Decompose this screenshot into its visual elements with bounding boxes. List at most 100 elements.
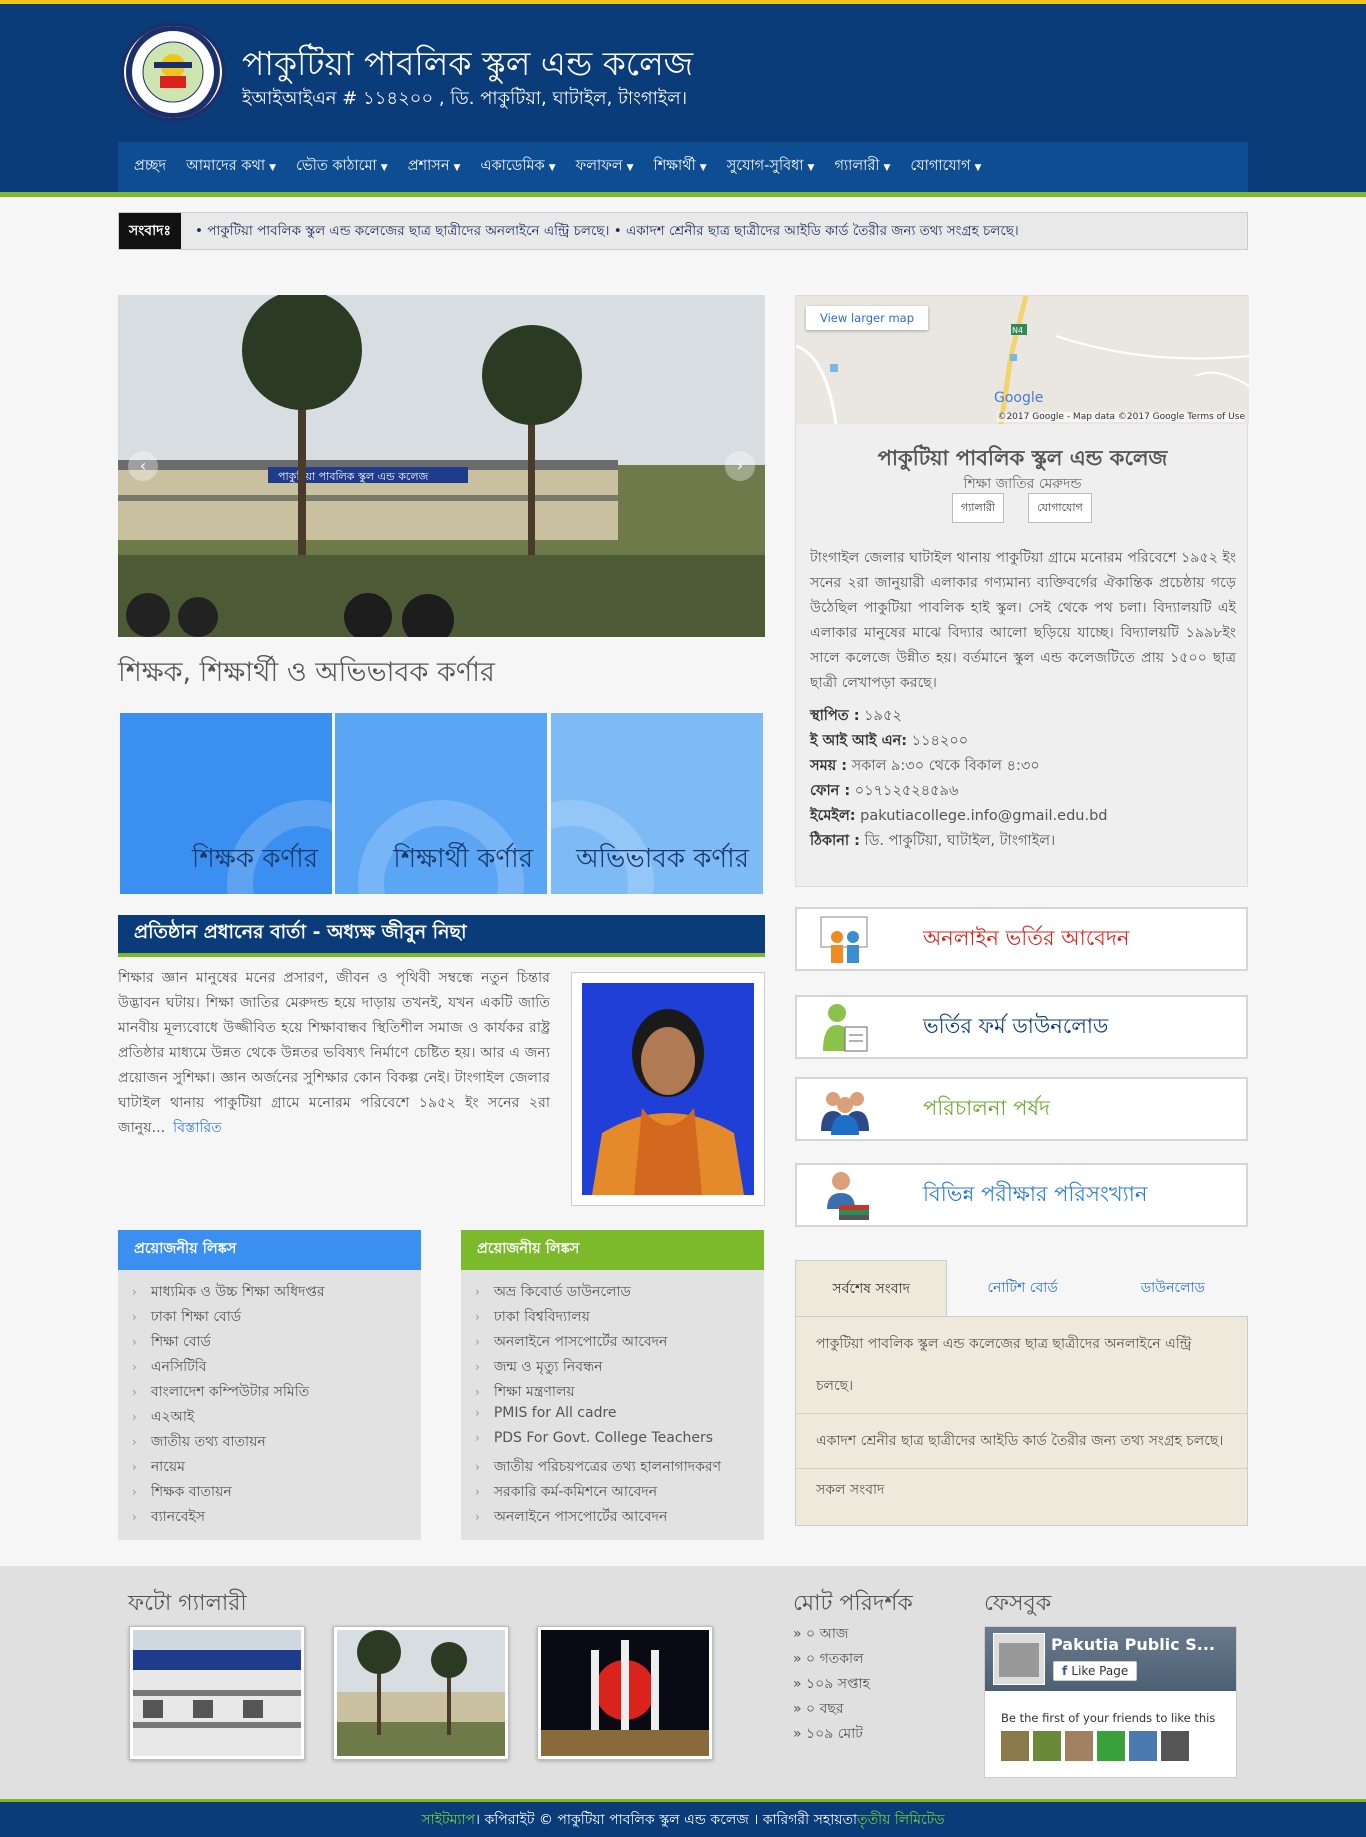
link-item[interactable]: › ব্যানবেইস	[132, 1505, 421, 1530]
nav-label: আমাদের কথা	[186, 158, 266, 174]
gallery-thumb[interactable]	[129, 1626, 305, 1760]
link-item[interactable]: › শিক্ষা বোর্ড	[132, 1330, 421, 1355]
header-accent-line	[0, 192, 1366, 197]
link-item[interactable]: › শিক্ষা মন্ত্রণালয়	[475, 1380, 764, 1405]
school-facts: স্থাপিত : ১৯৫২ ই আই আই এন: ১১৪২০০ সময় :…	[810, 704, 1107, 854]
link-item[interactable]: › PMIS for All cadre	[475, 1405, 764, 1430]
link-item[interactable]: › ঢাকা বিশ্ববিদ্যালয়	[475, 1305, 764, 1330]
footer: ফটো গ্যালারী মোট পরিদর্শক » ০ আজ » ০ গতক…	[0, 1566, 1366, 1799]
avatar	[1033, 1731, 1061, 1761]
tab-download[interactable]: ডাউনলোড	[1098, 1260, 1248, 1316]
cta-label: পরিচালনা পর্ষদ	[923, 1095, 1051, 1120]
message-body: শিক্ষার জ্ঞান মানুষের মনের প্রসারণ, জীবন…	[118, 970, 550, 1136]
nav-results[interactable]: ফলাফল ▼	[576, 155, 634, 179]
link-item[interactable]: › জাতীয় তথ্য বাতায়ন	[132, 1430, 421, 1455]
sitemap-link[interactable]: সাইটম্যাপ	[421, 1808, 475, 1832]
gallery-thumb[interactable]	[537, 1626, 713, 1760]
fb-page-name[interactable]: Pakutia Public S...	[1051, 1635, 1215, 1654]
vendor-link[interactable]: তৃতীয় লিমিটেড	[857, 1808, 945, 1832]
fact-value: ১৯৫২	[859, 708, 902, 724]
online-admission-button[interactable]: অনলাইন ভর্তির আবেদন	[795, 907, 1248, 971]
links-heading: প্রয়োজনীয় লিঙ্কস	[461, 1230, 764, 1270]
principal-photo	[571, 972, 765, 1206]
fact-value: ডি. পাকুটিয়া, ঘাটাইল, টাংগাইল।	[859, 833, 1056, 849]
news-ticker-text[interactable]: • পাকুটিয়া পাবলিক স্কুল এন্ড কলেজের ছাত…	[181, 220, 1019, 243]
nav-academic[interactable]: একাডেমিক ▼	[480, 155, 555, 179]
governing-body-button[interactable]: পরিচালনা পর্ষদ	[795, 1077, 1248, 1141]
link-item[interactable]: › ঢাকা শিক্ষা বোর্ড	[132, 1305, 421, 1330]
link-item[interactable]: › নায়েম	[132, 1455, 421, 1480]
caret-down-icon: ▼	[883, 163, 891, 173]
link-label: ঢাকা শিক্ষা বোর্ড	[150, 1309, 242, 1325]
link-item[interactable]: › জন্ম ও মৃত্যু নিবন্ধন	[475, 1355, 764, 1380]
news-item[interactable]: পাকুটিয়া পাবলিক স্কুল এন্ড কলেজের ছাত্র…	[796, 1317, 1247, 1414]
link-label: PDS For Govt. College Teachers	[493, 1430, 714, 1446]
fb-page-avatar	[993, 1633, 1045, 1685]
view-larger-map-button[interactable]: View larger map	[806, 306, 929, 330]
all-news-link[interactable]: সকল সংবাদ	[796, 1469, 1247, 1511]
fact-address: ঠিকানা : ডি. পাকুটিয়া, ঘাটাইল, টাংগাইল।	[810, 829, 1107, 854]
news-ticker: সংবাদঃ • পাকুটিয়া পাবলিক স্কুল এন্ড কলে…	[118, 212, 1248, 250]
corner-label: শিক্ষক কর্ণার	[191, 844, 318, 874]
nav-home[interactable]: প্রচ্ছদ	[134, 155, 166, 179]
map-attribution[interactable]: ©2017 Google - Map data ©2017 Google Ter…	[997, 412, 1245, 422]
fact-value: সকাল ৯:৩০ থেকে বিকাল ৪:৩০	[847, 758, 1040, 774]
link-label: জাতীয় তথ্য বাতায়ন	[150, 1434, 266, 1450]
link-item[interactable]: › মাধ্যমিক ও উচ্চ শিক্ষা অধিদপ্তর	[132, 1280, 421, 1305]
slider-next-button[interactable]: ›	[725, 451, 755, 481]
chevron-right-icon: ›	[475, 1510, 480, 1524]
student-corner-tile[interactable]: শিক্ষার্থী কর্ণার	[335, 713, 547, 894]
caret-down-icon: ▼	[974, 163, 982, 173]
gallery-button[interactable]: গ্যালারী	[952, 493, 1004, 523]
read-more-link[interactable]: বিস্তারিত	[173, 1120, 222, 1136]
fb-like-button[interactable]: f Like Page	[1053, 1661, 1138, 1681]
nav-administration[interactable]: প্রশাসন ▼	[408, 155, 461, 179]
link-item[interactable]: › শিক্ষক বাতায়ন	[132, 1480, 421, 1505]
news-item[interactable]: একাদশ শ্রেনীর ছাত্র ছাত্রীদের আইডি কার্ড…	[796, 1414, 1247, 1469]
main-nav: প্রচ্ছদ আমাদের কথা ▼ ভৌত কাঠামো ▼ প্রশাসন ▼…	[118, 142, 1248, 192]
tab-latest-news[interactable]: সর্বশেষ সংবাদ	[795, 1260, 948, 1316]
chevron-right-icon: ›	[132, 1285, 137, 1299]
image-slider[interactable]: পাকুটিয়া পাবলিক স্কুল এন্ড কলেজ ‹ ›	[118, 295, 765, 637]
guardian-corner-tile[interactable]: অভিভাবক কর্ণার	[551, 713, 763, 894]
chevron-right-icon: ›	[132, 1360, 137, 1374]
slider-prev-button[interactable]: ‹	[128, 451, 158, 481]
link-item[interactable]: › অভ্র কিবোর্ড ডাউনলোড	[475, 1280, 764, 1305]
link-item[interactable]: › অনলাইনে পাসপোর্টের আবেদন	[475, 1330, 764, 1355]
exam-statistics-button[interactable]: বিভিন্ন পরীক্ষার পরিসংখ্যান	[795, 1163, 1248, 1227]
fact-established: স্থাপিত : ১৯৫২	[810, 704, 1107, 729]
admission-form-download-button[interactable]: ভর্তির ফর্ম ডাউনলোড	[795, 995, 1248, 1059]
link-item[interactable]: › অনলাইনে পাসপোর্টের আবেদন	[475, 1505, 764, 1530]
link-item[interactable]: › এনসিটিবি	[132, 1355, 421, 1380]
nav-label: গ্যালারী	[834, 158, 880, 174]
link-item[interactable]: › PDS For Govt. College Teachers	[475, 1430, 764, 1455]
chevron-right-icon: ›	[475, 1360, 480, 1374]
link-item[interactable]: › সরকারি কর্ম-কমিশনে আবেদন	[475, 1480, 764, 1505]
cta-label: বিভিন্ন পরীক্ষার পরিসংখ্যান	[923, 1181, 1148, 1206]
nav-students[interactable]: শিক্ষার্থী ▼	[654, 155, 707, 179]
contact-button[interactable]: যোগাযোগ	[1028, 493, 1092, 523]
fact-value[interactable]: pakutiacollege.info@gmail.edu.bd	[856, 808, 1107, 824]
tab-notice-board[interactable]: নোটিশ বোর্ড	[947, 1260, 1097, 1316]
link-item[interactable]: › জাতীয় পরিচয়পত্রের তথ্য হালনাগাদকরণ	[475, 1455, 764, 1480]
link-item[interactable]: › এ২আই	[132, 1405, 421, 1430]
visitors-heading: মোট পরিদর্শক	[793, 1591, 913, 1616]
facebook-widget[interactable]: Pakutia Public S... f Like Page Be the f…	[984, 1626, 1237, 1778]
chevron-right-icon: ›	[475, 1485, 480, 1499]
link-label: বাংলাদেশ কম্পিউটার সমিতি	[150, 1384, 310, 1400]
teacher-corner-tile[interactable]: শিক্ষক কর্ণার	[120, 713, 332, 894]
chevron-right-icon: ›	[132, 1435, 137, 1449]
nav-label: যোগাযোগ	[910, 158, 971, 174]
google-map[interactable]: N4 Google View larger map ©2017 Google -…	[796, 296, 1249, 424]
books-user-icon	[827, 1172, 869, 1220]
nav-about[interactable]: আমাদের কথা ▼	[186, 155, 276, 179]
nav-contact[interactable]: যোগাযোগ ▼	[910, 155, 981, 179]
nav-gallery[interactable]: গ্যালারী ▼	[834, 155, 890, 179]
site-logo[interactable]	[120, 22, 226, 122]
nav-label: প্রচ্ছদ	[134, 158, 167, 174]
nav-facilities[interactable]: সুযোগ-সুবিধা ▼	[727, 155, 815, 179]
nav-infrastructure[interactable]: ভৌত কাঠামো ▼	[296, 155, 388, 179]
gallery-thumb[interactable]	[333, 1626, 509, 1760]
link-item[interactable]: › বাংলাদেশ কম্পিউটার সমিতি	[132, 1380, 421, 1405]
fb-like-label: Like Page	[1071, 1664, 1129, 1678]
